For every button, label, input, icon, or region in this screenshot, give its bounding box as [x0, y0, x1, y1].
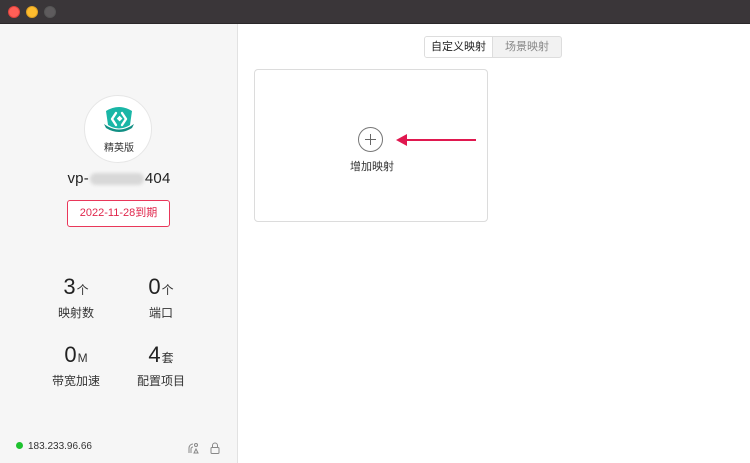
network-icon[interactable] — [187, 442, 199, 454]
main-panel: 自定义映射 场景映射 增加映射 — [238, 24, 750, 463]
close-window-button[interactable] — [8, 6, 20, 18]
username-prefix: vp- — [67, 170, 89, 187]
app-logo-icon — [104, 107, 134, 132]
mapping-tabs: 自定义映射 场景映射 — [424, 36, 562, 58]
username-suffix: 404 — [144, 170, 171, 187]
stat-unit: 个 — [76, 283, 89, 297]
stat-label: 映射数 — [57, 306, 94, 320]
stat-value: 0 — [64, 342, 77, 367]
minimize-window-button[interactable] — [26, 6, 38, 18]
username: vp- 404 — [0, 170, 238, 187]
stat-value: 4 — [148, 342, 161, 367]
add-mapping-label: 增加映射 — [350, 161, 394, 173]
stat-label: 配置项目 — [136, 374, 185, 388]
tab-custom-mapping[interactable]: 自定义映射 — [425, 37, 493, 57]
stat-unit: M — [77, 351, 88, 365]
stat-label: 带宽加速 — [51, 374, 100, 388]
stat-unit: 套 — [161, 351, 174, 365]
maximize-window-button[interactable] — [44, 6, 56, 18]
sidebar: 精英版 vp- 404 2022-11-28到期 3个 映射数 0个 端口 0M … — [0, 24, 238, 463]
ip-address: 183.233.96.66 — [28, 441, 92, 452]
status-dot-icon — [16, 441, 23, 449]
stat-unit: 个 — [161, 283, 174, 297]
stat-config-items: 4套 配置项目 — [116, 342, 206, 389]
edition-label: 精英版 — [104, 143, 134, 154]
stat-value: 3 — [63, 274, 76, 299]
stat-mappings: 3个 映射数 — [31, 274, 121, 321]
avatar: 精英版 — [84, 95, 152, 163]
stat-bandwidth: 0M 带宽加速 — [31, 342, 121, 389]
lock-icon[interactable] — [209, 442, 221, 454]
stat-value: 0 — [148, 274, 161, 299]
expiry-badge[interactable]: 2022-11-28到期 — [67, 200, 170, 227]
stat-label: 端口 — [148, 306, 173, 320]
tab-scene-mapping[interactable]: 场景映射 — [493, 37, 561, 57]
window-titlebar — [0, 0, 750, 24]
annotation-arrow-icon — [396, 134, 476, 146]
plus-circle-icon[interactable] — [358, 127, 383, 152]
username-redaction — [89, 173, 144, 186]
connection-status: 183.233.96.66 — [16, 441, 92, 452]
stat-ports: 0个 端口 — [116, 274, 206, 321]
